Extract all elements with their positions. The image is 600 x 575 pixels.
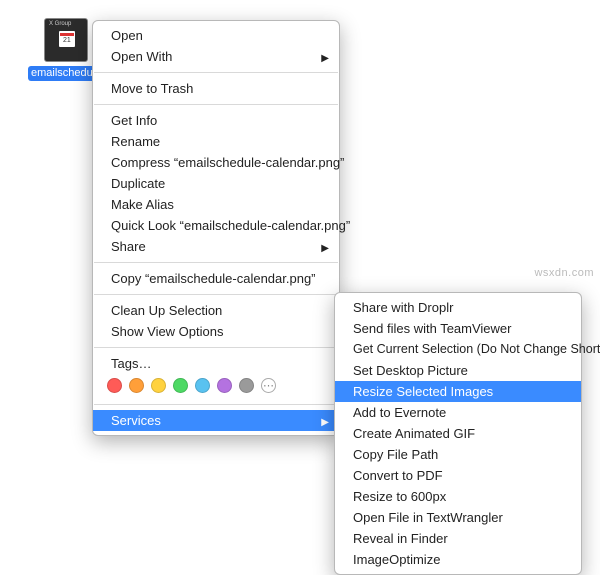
tag-blue[interactable] [195, 378, 210, 393]
menu-services-label: Services [111, 413, 161, 428]
file-name-label[interactable]: emailschedule-calendar.p [28, 66, 100, 81]
menu-view-options[interactable]: Show View Options [93, 321, 339, 342]
menu-share[interactable]: Share ▶ [93, 236, 339, 257]
watermark: wsxdn.com [534, 267, 594, 279]
menu-separator [94, 294, 338, 295]
submenu-resize-selected[interactable]: Resize Selected Images [335, 381, 581, 402]
menu-separator [94, 404, 338, 405]
chevron-right-icon: ▶ [321, 240, 329, 257]
chevron-right-icon: ▶ [321, 50, 329, 67]
menu-copy[interactable]: Copy “emailschedule-calendar.png” [93, 268, 339, 289]
menu-open[interactable]: Open [93, 25, 339, 46]
menu-share-label: Share [111, 239, 146, 254]
menu-clean-up[interactable]: Clean Up Selection [93, 300, 339, 321]
submenu-gif[interactable]: Create Animated GIF [335, 423, 581, 444]
menu-separator [94, 347, 338, 348]
menu-open-with-label: Open With [111, 49, 172, 64]
menu-trash[interactable]: Move to Trash [93, 78, 339, 99]
submenu-set-desktop[interactable]: Set Desktop Picture [335, 360, 581, 381]
submenu-resize-600[interactable]: Resize to 600px [335, 486, 581, 507]
tag-add-button[interactable]: ⋯ [261, 378, 276, 393]
submenu-image-optimize[interactable]: ImageOptimize [335, 549, 581, 570]
menu-compress[interactable]: Compress “emailschedule-calendar.png” [93, 152, 339, 173]
submenu-pdf[interactable]: Convert to PDF [335, 465, 581, 486]
submenu-copy-path[interactable]: Copy File Path [335, 444, 581, 465]
tag-red[interactable] [107, 378, 122, 393]
calendar-day: 21 [63, 37, 71, 44]
menu-get-info[interactable]: Get Info [93, 110, 339, 131]
submenu-get-selection[interactable]: Get Current Selection (Do Not Change Sho… [335, 339, 581, 360]
menu-separator [94, 262, 338, 263]
submenu-droplr[interactable]: Share with Droplr [335, 297, 581, 318]
tag-yellow[interactable] [151, 378, 166, 393]
file-icon[interactable]: X Group 21 emailschedule-calendar.p [42, 18, 90, 81]
menu-separator [94, 72, 338, 73]
submenu-teamviewer[interactable]: Send files with TeamViewer [335, 318, 581, 339]
tag-orange[interactable] [129, 378, 144, 393]
menu-tags[interactable]: Tags… [93, 353, 339, 374]
tags-row: ⋯ [93, 374, 339, 399]
submenu-evernote[interactable]: Add to Evernote [335, 402, 581, 423]
tag-gray[interactable] [239, 378, 254, 393]
file-thumbnail: X Group 21 [44, 18, 88, 62]
menu-duplicate[interactable]: Duplicate [93, 173, 339, 194]
menu-separator [94, 104, 338, 105]
chevron-right-icon: ▶ [321, 414, 329, 431]
menu-quick-look[interactable]: Quick Look “emailschedule-calendar.png” [93, 215, 339, 236]
tag-purple[interactable] [217, 378, 232, 393]
submenu-textwrangler[interactable]: Open File in TextWrangler [335, 507, 581, 528]
menu-make-alias[interactable]: Make Alias [93, 194, 339, 215]
menu-services[interactable]: Services ▶ [93, 410, 339, 431]
menu-rename[interactable]: Rename [93, 131, 339, 152]
context-menu: Open Open With ▶ Move to Trash Get Info … [92, 20, 340, 436]
menu-open-with[interactable]: Open With ▶ [93, 46, 339, 67]
tag-green[interactable] [173, 378, 188, 393]
services-submenu: Share with Droplr Send files with TeamVi… [334, 292, 582, 575]
thumb-caption: X Group [49, 21, 71, 27]
calendar-icon [60, 33, 74, 36]
